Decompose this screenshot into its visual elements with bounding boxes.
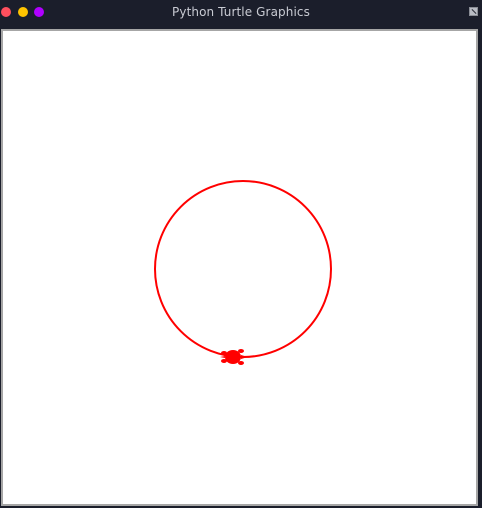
titlebar[interactable]: Python Turtle Graphics — [0, 0, 482, 26]
turtle-window: Python Turtle Graphics — [0, 0, 482, 508]
circle-path — [154, 180, 332, 358]
drawing-surface — [154, 180, 332, 365]
turtle-canvas[interactable] — [3, 31, 476, 504]
window-title: Python Turtle Graphics — [172, 5, 310, 19]
turtle-icon — [220, 349, 248, 365]
restore-icon[interactable] — [469, 7, 478, 16]
canvas-frame — [1, 29, 478, 506]
